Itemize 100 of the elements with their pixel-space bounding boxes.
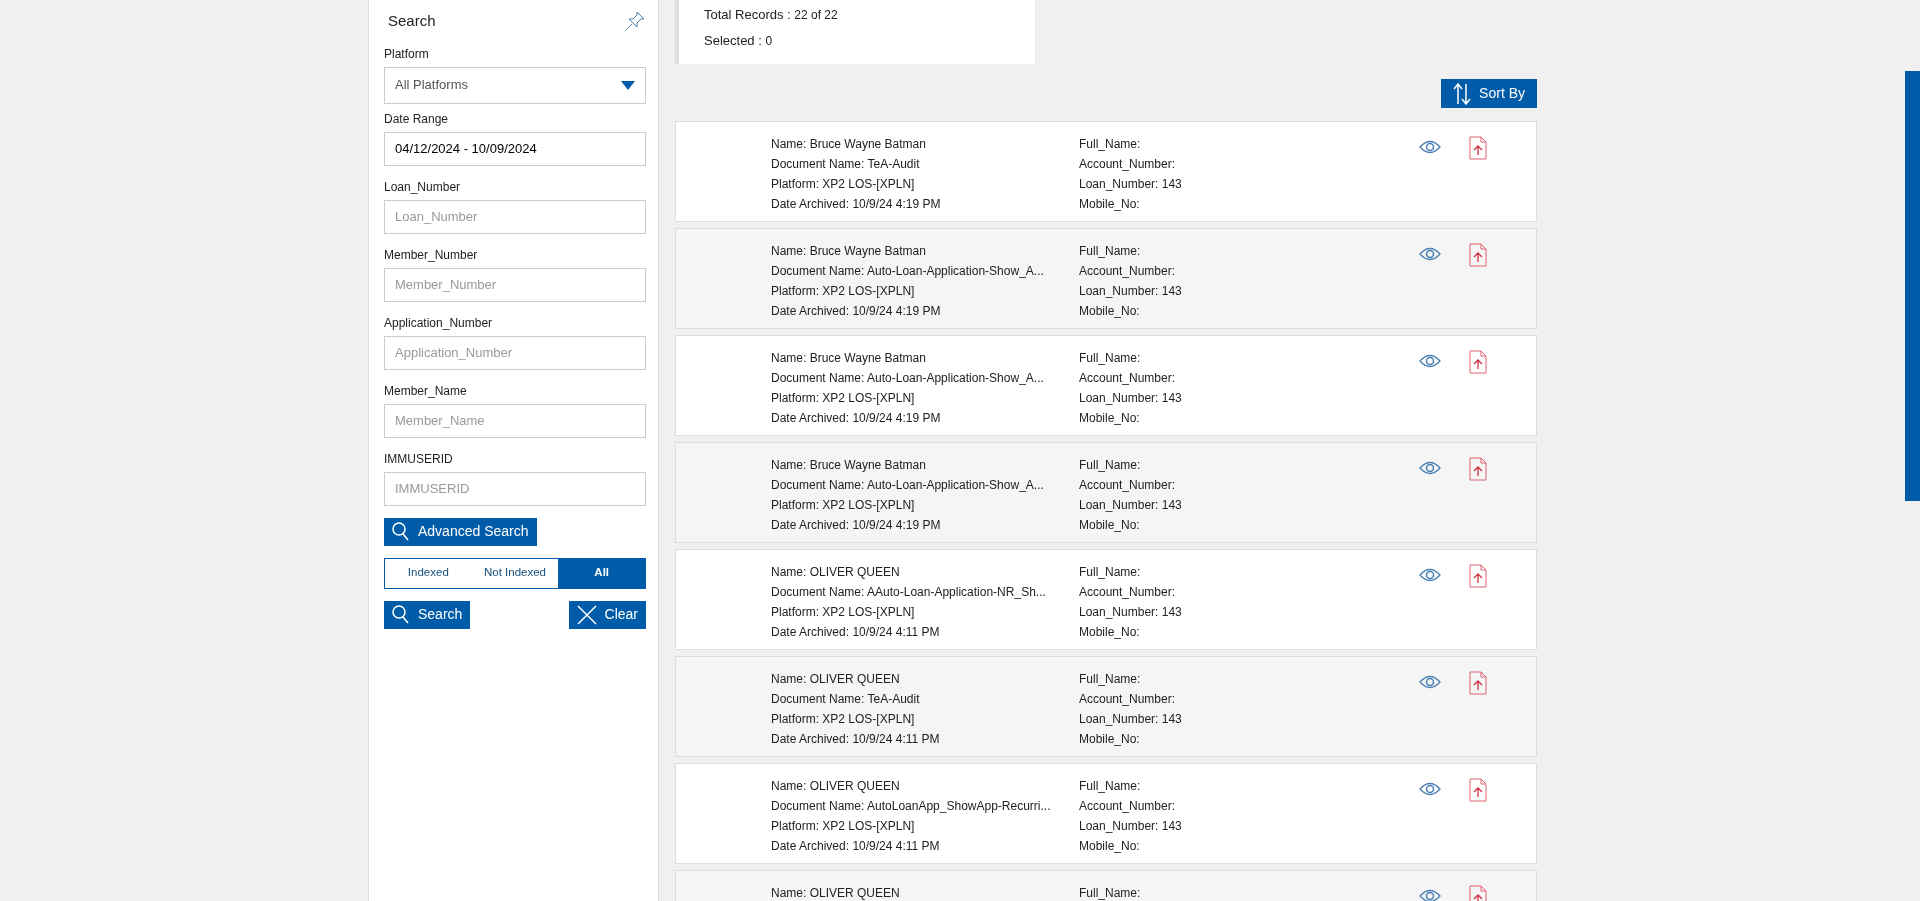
record-card[interactable]: Name: Bruce Wayne Batman Document Name: Auto-Loan-Application-Show_A... Platform: XP2 LOS-[XPLN] Date Archived: 10/9/24 4:19 PM Full_Name: Account_Number: Loan_Number: 143 Mobile_No: [675, 442, 1537, 543]
input-field[interactable]: Loan_Number [384, 199, 646, 234]
pdf-upload-icon[interactable] [1469, 457, 1487, 481]
search-icon [392, 521, 410, 542]
record-field: Account_Number: [1079, 475, 1419, 495]
record-card[interactable]: Name: OLIVER QUEEN Document Name: TeA-Audit Platform: XP2 LOS-[XPLN] Date Archived: 10/9/24 4:11 PM Full_Name: Account_Number: Loan_Number: 143 Mobile_No: [675, 656, 1537, 757]
record-field: Date Archived: 10/9/24 4:11 PM [771, 729, 1079, 749]
record-field: Name: OLIVER QUEEN [771, 776, 1079, 796]
field-label: Member_Number [384, 246, 479, 264]
record-field: Account_Number: [1079, 796, 1419, 816]
record-field: Date Archived: 10/9/24 4:11 PM [771, 836, 1079, 856]
record-field: Date Archived: 10/9/24 4:19 PM [771, 194, 1079, 214]
record-field: Full_Name: [1079, 134, 1419, 154]
record-field: Date Archived: 10/9/24 4:11 PM [771, 622, 1079, 642]
caret-icon [621, 80, 635, 90]
record-field: Loan_Number: 143 [1079, 816, 1419, 836]
input-field[interactable]: IMMUSERID [384, 471, 646, 506]
record-field: Name: Bruce Wayne Batman [771, 348, 1079, 368]
record-field: Account_Number: [1079, 261, 1419, 281]
record-field: Document Name: Auto-Loan-Application-Show_A... [771, 368, 1079, 388]
record-field: Full_Name: [1079, 455, 1419, 475]
record-field: Mobile_No: [1079, 301, 1419, 321]
input-field[interactable]: Application_Number [384, 335, 646, 370]
eye-icon[interactable] [1419, 247, 1441, 261]
record-card[interactable]: Name: Bruce Wayne Batman Document Name: TeA-Audit Platform: XP2 LOS-[XPLN] Date Archived: 10/9/24 4:19 PM Full_Name: Account_Number: Loan_Number: 143 Mobile_No: [675, 121, 1537, 222]
record-field: Account_Number: [1079, 689, 1419, 709]
panel-title: Search [387, 11, 436, 31]
input-field[interactable]: Member_Name [384, 403, 646, 438]
field-label: Application_Number [384, 314, 494, 332]
sort-icon [1453, 82, 1472, 105]
pdf-upload-icon[interactable] [1469, 136, 1487, 160]
record-card[interactable]: Name: Bruce Wayne Batman Document Name: Auto-Loan-Application-Show_A... Platform: XP2 LOS-[XPLN] Date Archived: 10/9/24 4:19 PM Full_Name: Account_Number: Loan_Number: 143 Mobile_No: [675, 228, 1537, 329]
record-field: Mobile_No: [1079, 515, 1419, 535]
record-field: Full_Name: [1079, 883, 1419, 901]
eye-icon[interactable] [1419, 568, 1441, 582]
record-field: Date Archived: 10/9/24 4:19 PM [771, 301, 1079, 321]
record-field: Full_Name: [1079, 669, 1419, 689]
record-card[interactable]: Name: OLIVER QUEEN Full_Name: [675, 870, 1537, 901]
record-field: Full_Name: [1079, 241, 1419, 261]
pdf-upload-icon[interactable] [1469, 564, 1487, 588]
search-button[interactable]: Search [384, 600, 471, 629]
record-field: Name: OLIVER QUEEN [771, 562, 1079, 582]
record-field: Mobile_No: [1079, 836, 1419, 856]
pdf-upload-icon[interactable] [1469, 778, 1487, 802]
record-field: Loan_Number: 143 [1079, 602, 1419, 622]
field-label: IMMUSERID [384, 450, 454, 468]
advanced-search-button[interactable]: Advanced Search [384, 517, 537, 546]
field-label: Platform [384, 45, 430, 63]
record-field: Document Name: TeA-Audit [771, 689, 1079, 709]
record-field: Full_Name: [1079, 348, 1419, 368]
record-field: Mobile_No: [1079, 729, 1419, 749]
record-field: Platform: XP2 LOS-[XPLN] [771, 602, 1079, 622]
record-field: Loan_Number: 143 [1079, 388, 1419, 408]
clear-button[interactable]: Clear [568, 600, 646, 629]
pdf-upload-icon[interactable] [1469, 671, 1487, 695]
record-card[interactable]: Name: OLIVER QUEEN Document Name: AutoLoanApp_ShowApp-Recurri... Platform: XP2 LOS-[XPLN] Date Archived: 10/9/24 4:11 PM Full_Name: Account_Number: Loan_Number: 143 Mobile_No: [675, 763, 1537, 864]
record-field: Mobile_No: [1079, 194, 1419, 214]
record-card[interactable]: Name: Bruce Wayne Batman Document Name: Auto-Loan-Application-Show_A... Platform: XP2 LOS-[XPLN] Date Archived: 10/9/24 4:19 PM Full_Name: Account_Number: Loan_Number: 143 Mobile_No: [675, 335, 1537, 436]
record-field: Platform: XP2 LOS-[XPLN] [771, 816, 1079, 836]
input-field[interactable]: Member_Number [384, 267, 646, 302]
record-field: Platform: XP2 LOS-[XPLN] [771, 388, 1079, 408]
record-count: Total Records : 22 of 22 [704, 6, 839, 24]
pdf-upload-icon[interactable] [1469, 243, 1487, 267]
record-field: Document Name: Auto-Loan-Application-Show_A... [771, 475, 1079, 495]
record-field: Platform: XP2 LOS-[XPLN] [771, 495, 1079, 515]
date-range-field[interactable]: 04/12/2024 - 10/09/2024 [384, 131, 646, 166]
record-field: Account_Number: [1079, 154, 1419, 174]
eye-icon[interactable] [1419, 782, 1441, 796]
field-label: Date Range [384, 110, 450, 128]
record-field: Loan_Number: 143 [1079, 174, 1419, 194]
record-field: Document Name: AAuto-Loan-Application-NR_Sh... [771, 582, 1079, 602]
platform-dropdown[interactable]: All Platforms [384, 66, 646, 104]
record-field: Account_Number: [1079, 582, 1419, 602]
sort-by-button[interactable]: Sort By [1441, 79, 1537, 108]
record-field: Document Name: AutoLoanApp_ShowApp-Recurri... [771, 796, 1079, 816]
search-icon [392, 604, 410, 625]
eye-icon[interactable] [1419, 461, 1441, 475]
eye-icon[interactable] [1419, 889, 1441, 901]
eye-icon[interactable] [1419, 354, 1441, 368]
eye-icon[interactable] [1419, 140, 1441, 154]
record-field: Mobile_No: [1079, 622, 1419, 642]
record-field: Platform: XP2 LOS-[XPLN] [771, 174, 1079, 194]
pin-icon[interactable] [624, 10, 646, 32]
eye-icon[interactable] [1419, 675, 1441, 689]
record-field: Name: OLIVER QUEEN [771, 669, 1079, 689]
field-label: Member_Name [384, 382, 468, 400]
record-field: Loan_Number: 143 [1079, 495, 1419, 515]
record-field: Platform: XP2 LOS-[XPLN] [771, 709, 1079, 729]
scrollbar-thumb[interactable] [1905, 71, 1920, 501]
record-field: Name: Bruce Wayne Batman [771, 241, 1079, 261]
record-field: Name: Bruce Wayne Batman [771, 455, 1079, 475]
record-field: Platform: XP2 LOS-[XPLN] [771, 281, 1079, 301]
record-field: Full_Name: [1079, 776, 1419, 796]
record-field: Date Archived: 10/9/24 4:19 PM [771, 515, 1079, 535]
pdf-upload-icon[interactable] [1469, 350, 1487, 374]
record-card[interactable]: Name: OLIVER QUEEN Document Name: AAuto-Loan-Application-NR_Sh... Platform: XP2 LOS-[XPLN] Date Archived: 10/9/24 4:11 PM Full_Name: Account_Number: Loan_Number: 143 Mobile_No: [675, 549, 1537, 650]
filter-tab[interactable]: All [558, 558, 645, 588]
record-field: Document Name: Auto-Loan-Application-Show_A... [771, 261, 1079, 281]
record-field: Full_Name: [1079, 562, 1419, 582]
selected-count: Selected : 0 [704, 32, 774, 50]
